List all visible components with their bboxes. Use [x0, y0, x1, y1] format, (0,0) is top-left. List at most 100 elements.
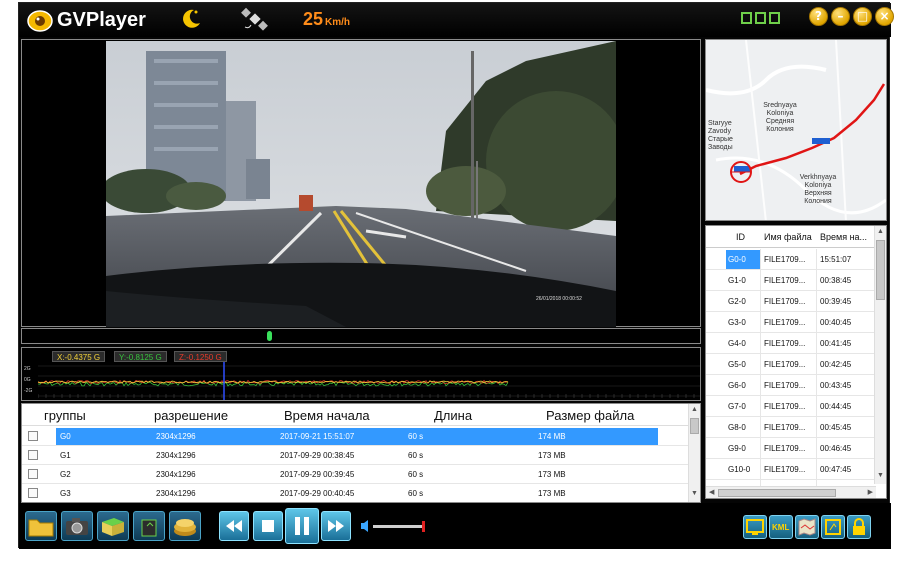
file-table-row[interactable]: G7-0 FILE1709... 00:44:45 [706, 396, 876, 417]
maximize-button[interactable]: □ [853, 7, 872, 26]
frame-button[interactable] [821, 515, 845, 539]
scroll-thumb[interactable] [718, 489, 836, 497]
column-header-start-time[interactable]: Время начала [284, 408, 370, 423]
group-table-row[interactable]: G3 2304x1296 2017-09-29 00:40:45 60 s 173 MB [22, 484, 688, 502]
column-separator [816, 459, 817, 480]
playback-progress-bar[interactable] [21, 328, 701, 344]
cell-time: 00:47:45 [820, 465, 852, 474]
g-sensor-y-axis: 2G 0G -2G [24, 364, 32, 397]
cell-group: G0 [60, 432, 71, 441]
open-folder-button[interactable] [25, 511, 57, 541]
cell-start: 2017-09-29 00:38:45 [280, 451, 355, 460]
row-checkbox[interactable] [28, 488, 38, 498]
rewind-button[interactable] [219, 511, 249, 541]
column-header-file-size[interactable]: Размер файла [546, 408, 634, 423]
help-button[interactable]: ? [809, 7, 828, 26]
scroll-down-arrow-icon[interactable]: ▼ [875, 472, 886, 482]
file-table-row[interactable]: G1-0 FILE1709... 00:38:45 [706, 270, 876, 291]
column-header-groups[interactable]: группы [44, 408, 86, 423]
playback-progress-knob[interactable] [267, 331, 272, 341]
coins-button[interactable] [169, 511, 201, 541]
snapshot-button[interactable] [61, 511, 93, 541]
scroll-thumb[interactable] [690, 418, 699, 434]
row-checkbox[interactable] [28, 431, 38, 441]
volume-knob[interactable] [422, 521, 425, 532]
camera-icon [66, 518, 88, 535]
scroll-left-arrow-icon[interactable]: ◀ [709, 488, 714, 496]
volume-slider[interactable] [373, 525, 425, 528]
column-separator [760, 291, 761, 312]
layout-single-icon[interactable] [741, 12, 752, 24]
gps-satellite-icon[interactable] [241, 5, 269, 33]
scroll-up-arrow-icon[interactable]: ▲ [689, 406, 700, 416]
file-table-row[interactable]: G2-0 FILE1709... 00:39:45 [706, 291, 876, 312]
scroll-right-arrow-icon[interactable]: ▶ [868, 488, 873, 496]
file-table-row[interactable]: G3-0 FILE1709... 00:40:45 [706, 312, 876, 333]
file-table-row[interactable]: G6-0 FILE1709... 00:43:45 [706, 375, 876, 396]
layout-triple-icon[interactable] [769, 12, 780, 24]
files-table-header: ID Имя файла Время на... [706, 226, 876, 248]
groups-table-scrollbar[interactable]: ▲ ▼ [688, 404, 700, 502]
layout-double-icon[interactable] [755, 12, 766, 24]
map-label-line: Koloniya [804, 182, 832, 189]
window-controls: ? – □ × [809, 7, 894, 26]
export-button[interactable] [743, 515, 767, 539]
scroll-thumb[interactable] [876, 240, 885, 300]
column-header-length[interactable]: Длина [434, 408, 472, 423]
column-header-file-name[interactable]: Имя файла [764, 232, 812, 242]
cell-time: 00:46:45 [820, 444, 852, 453]
file-table-row[interactable]: G8-0 FILE1709... 00:45:45 [706, 417, 876, 438]
scroll-down-arrow-icon[interactable]: ▼ [689, 490, 700, 500]
column-separator [816, 291, 817, 312]
pause-button[interactable] [285, 508, 319, 544]
minimize-button[interactable]: – [831, 7, 850, 26]
map-label-line: Staryye [708, 120, 732, 127]
video-frame[interactable] [106, 41, 616, 327]
layout-buttons [741, 12, 780, 24]
night-mode-icon[interactable] [179, 7, 203, 31]
column-separator [760, 459, 761, 480]
map-label-line: Колония [804, 198, 832, 205]
cell-resolution: 2304x1296 [156, 451, 196, 460]
row-checkbox[interactable] [28, 450, 38, 460]
files-table-scrollbar[interactable]: ▲ ▼ [874, 226, 886, 484]
lock-button[interactable] [847, 515, 871, 539]
g-sensor-y-label: Y:-0.8125 G [114, 351, 167, 362]
cell-time: 00:41:45 [820, 339, 852, 348]
map-label-srednyaya: Srednyaya Koloniya Средняя Колония [750, 102, 810, 134]
bottom-toolbar: KML [19, 503, 891, 549]
files-table-hscrollbar[interactable]: ◀ ▶ [706, 486, 876, 498]
column-header-id[interactable]: ID [736, 232, 745, 242]
cell-file-name: FILE1709... [764, 465, 806, 474]
close-button[interactable]: × [875, 7, 894, 26]
column-separator [760, 270, 761, 291]
map-book-button[interactable] [97, 511, 129, 541]
cell-file-name: FILE1709... [764, 276, 806, 285]
group-table-row[interactable]: G1 2304x1296 2017-09-29 00:38:45 60 s 173 MB [22, 446, 688, 465]
scroll-up-arrow-icon[interactable]: ▲ [875, 228, 886, 238]
file-table-row[interactable]: G4-0 FILE1709... 00:41:45 [706, 333, 876, 354]
cell-id: G9-0 [728, 444, 746, 453]
file-table-row[interactable]: G10-0 FILE1709... 00:47:45 [706, 459, 876, 480]
video-panel[interactable]: 26/01/2018 00:00:52 [21, 39, 701, 327]
map-label-line: Верхняя [804, 190, 832, 197]
group-table-row[interactable]: G0 2304x1296 2017-09-21 15:51:07 60 s 174 MB [22, 427, 688, 446]
stop-button[interactable] [253, 511, 283, 541]
column-separator [816, 312, 817, 333]
file-table-row[interactable]: G9-0 FILE1709... 00:46:45 [706, 438, 876, 459]
fast-forward-button[interactable] [321, 511, 351, 541]
map-button[interactable] [795, 515, 819, 539]
map-icon [798, 518, 816, 536]
volume-icon[interactable] [359, 519, 369, 533]
column-header-time[interactable]: Время на... [820, 232, 867, 242]
gps-map[interactable]: Srednyaya Koloniya Средняя Колония Stary… [705, 39, 887, 221]
g-sensor-y-tick: 2G [24, 366, 31, 372]
cell-time: 00:39:45 [820, 297, 852, 306]
kml-button[interactable]: KML [769, 515, 793, 539]
column-header-resolution[interactable]: разрешение [154, 408, 228, 423]
group-table-row[interactable]: G2 2304x1296 2017-09-29 00:39:45 60 s 173 MB [22, 465, 688, 484]
file-table-row[interactable]: G0-0 FILE1709... 15:51:07 [706, 249, 876, 270]
file-table-row[interactable]: G5-0 FILE1709... 00:42:45 [706, 354, 876, 375]
delete-button[interactable] [133, 511, 165, 541]
row-checkbox[interactable] [28, 469, 38, 479]
